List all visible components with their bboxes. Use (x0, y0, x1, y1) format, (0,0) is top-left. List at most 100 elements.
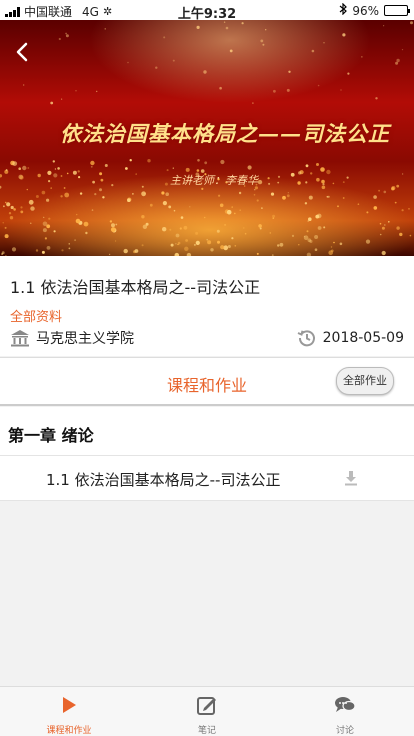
back-button[interactable] (8, 38, 36, 66)
sparkle (332, 182, 335, 185)
sparkle (357, 203, 360, 205)
sparkle (314, 235, 319, 239)
sparkle (170, 243, 174, 247)
download-button[interactable] (344, 470, 358, 490)
sparkle (102, 196, 105, 199)
sparkle (238, 191, 242, 195)
sparkle (239, 209, 241, 211)
sparkle (18, 167, 22, 170)
sparkle (54, 168, 57, 170)
sparkle (287, 192, 289, 194)
sparkle (315, 214, 320, 219)
sparkle (297, 181, 301, 185)
sparkle (259, 227, 262, 230)
sparkle (175, 243, 177, 245)
sparkle (9, 216, 14, 220)
sparkle (304, 202, 308, 205)
sparkle (61, 249, 64, 252)
nav-notes[interactable]: 笔记 (138, 687, 276, 736)
sparkle (61, 98, 63, 100)
sparkle (1, 251, 5, 255)
sparkle (225, 26, 229, 30)
all-homework-button[interactable]: 全部作业 (336, 367, 394, 395)
sparkle (65, 34, 69, 38)
history-clock-icon (297, 330, 315, 347)
chat-bubbles-icon (335, 697, 356, 712)
sparkle (180, 216, 184, 219)
lesson-title[interactable]: 1.1 依法治国基本格局之--司法公正 (46, 469, 280, 490)
sparkle (298, 244, 300, 246)
sparkle (13, 208, 16, 211)
sparkle (316, 177, 320, 182)
sparkle (162, 227, 167, 232)
sparkle (141, 191, 147, 197)
sparkle (132, 193, 134, 195)
sparkle (99, 188, 102, 192)
sparkle (141, 215, 145, 219)
course-info: 1.1 依法治国基本格局之--司法公正 全部资料 马克思主义学院 2018-05… (0, 256, 414, 356)
sparkle (48, 180, 51, 183)
sparkle (189, 206, 191, 208)
status-right: 96% (339, 2, 410, 18)
sparkle (408, 208, 410, 210)
sparkle (241, 22, 244, 25)
sparkle (179, 227, 182, 230)
sparkle (203, 216, 206, 219)
sparkle (145, 222, 149, 226)
sparkle (257, 179, 263, 185)
nav-course-homework[interactable]: 课程和作业 (0, 687, 138, 736)
sparkle (72, 170, 77, 175)
sparkle (52, 160, 55, 163)
sparkle (8, 212, 12, 215)
sparkle (320, 167, 325, 172)
sparkle (396, 184, 400, 188)
sparkle (66, 172, 69, 175)
sparkle (303, 235, 306, 238)
sparkle (216, 229, 220, 233)
sparkle (229, 49, 233, 53)
sparkle (321, 179, 325, 184)
sparkle (6, 202, 11, 207)
sparkle (19, 175, 24, 180)
sparkle (68, 243, 70, 245)
sparkle (22, 165, 27, 171)
sparkle (298, 171, 302, 175)
sparkle (83, 221, 89, 227)
sparkle (379, 222, 382, 225)
sparkle (311, 49, 315, 53)
sparkle (92, 180, 95, 184)
sparkle (134, 249, 139, 253)
sparkle (314, 248, 318, 251)
sparkle (256, 252, 259, 255)
sparkle (378, 189, 380, 192)
sparkle (177, 241, 181, 245)
sparkle (155, 66, 158, 69)
sparkle (104, 28, 106, 30)
sparkle (401, 49, 404, 51)
sparkle (317, 84, 320, 87)
sparkle (90, 165, 93, 168)
sparkle (290, 172, 295, 177)
sparkle (108, 253, 111, 256)
sparkle (75, 218, 81, 224)
sparkle (166, 169, 169, 172)
nav-label: 讨论 (335, 726, 354, 736)
sparkle (46, 246, 51, 250)
sparkle (273, 89, 276, 93)
all-materials-link[interactable]: 全部资料 (10, 306, 62, 325)
course-title: 1.1 依法治国基本格局之--司法公正 (10, 278, 261, 297)
sparkle (78, 176, 81, 179)
sparkle (125, 167, 128, 170)
sparkle (23, 84, 25, 86)
sparkle (28, 199, 34, 205)
sparkle (53, 173, 58, 178)
institution-icon (11, 330, 29, 347)
lesson-item[interactable]: 1.1 依法治国基本格局之--司法公正 (0, 456, 414, 501)
sparkle (27, 167, 30, 169)
sparkle (261, 207, 263, 210)
sparkle (164, 182, 168, 186)
sparkle (365, 239, 371, 244)
sparkle (310, 172, 313, 175)
nav-discussion[interactable]: 讨论 (276, 687, 414, 736)
sparkle (50, 101, 54, 105)
